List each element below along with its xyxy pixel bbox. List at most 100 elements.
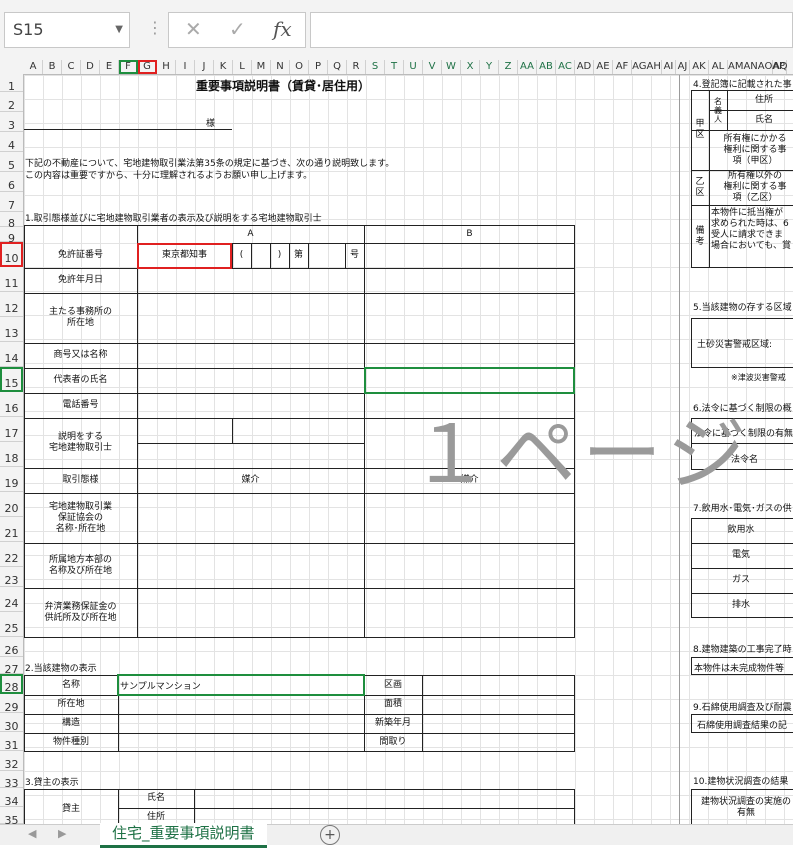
chevron-right-icon[interactable]: ▶	[58, 827, 66, 840]
row-header[interactable]: 30	[0, 713, 23, 733]
column-header[interactable]: K	[214, 60, 233, 74]
column-header[interactable]: F	[119, 60, 138, 74]
column-header[interactable]: Z	[499, 60, 518, 74]
row-header[interactable]: 23	[0, 567, 23, 587]
column-header[interactable]: AF	[613, 60, 632, 74]
row-header[interactable]: 32	[0, 751, 23, 771]
column-header[interactable]: D	[81, 60, 100, 74]
column-header[interactable]: A	[24, 60, 43, 74]
column-header[interactable]: X	[461, 60, 480, 74]
column-header[interactable]: AMANAOAP	[728, 60, 785, 74]
column-header[interactable]: AQ	[773, 60, 788, 74]
section-9-title: 9.石綿使用調査及び耐震	[693, 703, 792, 713]
row-header[interactable]: 35	[0, 807, 23, 827]
row-header[interactable]: 29	[0, 694, 23, 714]
column-header[interactable]: H	[157, 60, 176, 74]
column-header[interactable]: P	[309, 60, 328, 74]
sheet-tab[interactable]: 住宅_重要事項説明書	[100, 823, 267, 848]
column-header[interactable]: AA	[518, 60, 537, 74]
phone-label: 電話番号	[62, 400, 99, 410]
row-header[interactable]: 24	[0, 587, 23, 612]
column-header[interactable]: U	[404, 60, 423, 74]
row-header[interactable]: 34	[0, 788, 23, 808]
column-header[interactable]: B	[43, 60, 62, 74]
column-header[interactable]: Q	[328, 60, 347, 74]
column-header[interactable]: AE	[594, 60, 613, 74]
meigi-label: 名 義 人	[714, 96, 722, 124]
column-header[interactable]: W	[442, 60, 461, 74]
built-label: 新築年月	[374, 718, 411, 728]
cancel-icon[interactable]: ✕	[185, 17, 202, 41]
column-header[interactable]: AJ	[676, 60, 690, 74]
elec-label: 電気	[731, 550, 750, 560]
column-header[interactable]: G	[138, 60, 157, 74]
tsunami-note: ※津波災害警戒	[731, 373, 786, 382]
row-header[interactable]: 6	[0, 172, 23, 192]
row-header[interactable]: 15	[0, 367, 23, 392]
row-header[interactable]: 1	[0, 74, 23, 93]
column-header[interactable]: AC	[556, 60, 575, 74]
row-header[interactable]: 26	[0, 637, 23, 657]
row-header[interactable]: 21	[0, 517, 23, 542]
paren-open: (	[239, 250, 244, 260]
chevron-down-icon[interactable]: ▼	[115, 13, 123, 47]
column-header[interactable]: N	[271, 60, 290, 74]
row-header[interactable]: 10	[0, 242, 23, 267]
row-header[interactable]: 13	[0, 317, 23, 342]
row-header[interactable]: 31	[0, 732, 23, 752]
row-header[interactable]: 27	[0, 657, 23, 676]
layout-label: 間取り	[379, 737, 407, 747]
column-header[interactable]: E	[100, 60, 119, 74]
column-header[interactable]: AB	[537, 60, 556, 74]
row-header[interactable]: 8	[0, 212, 23, 230]
row-header[interactable]: 7	[0, 192, 23, 212]
column-header[interactable]: C	[62, 60, 81, 74]
add-sheet-icon[interactable]: +	[320, 825, 340, 845]
column-header[interactable]: M	[252, 60, 271, 74]
row-header[interactable]: 14	[0, 342, 23, 367]
column-header[interactable]: S	[366, 60, 385, 74]
check-icon[interactable]: ✓	[229, 17, 246, 41]
row-header[interactable]: 2	[0, 92, 23, 112]
column-header[interactable]: AGAH	[632, 60, 662, 74]
row-header[interactable]: 33	[0, 771, 23, 790]
row-header[interactable]: 9	[0, 227, 23, 245]
row-header[interactable]: 5	[0, 152, 23, 172]
more-vertical-icon[interactable]: ⋮	[147, 18, 163, 37]
row-header[interactable]: 3	[0, 112, 23, 132]
column-header[interactable]: AK	[690, 60, 709, 74]
chevron-left-icon[interactable]: ◀	[28, 827, 36, 840]
row-header[interactable]: 25	[0, 612, 23, 637]
column-header[interactable]: V	[423, 60, 442, 74]
column-header[interactable]: T	[385, 60, 404, 74]
column-header[interactable]: R	[347, 60, 366, 74]
row-header[interactable]: 22	[0, 542, 23, 567]
row-header[interactable]: 20	[0, 492, 23, 517]
row-header[interactable]: 12	[0, 292, 23, 317]
section-2-title: 2.当該建物の表示	[25, 664, 97, 674]
dosha-label: 土砂災害警戒区域:	[697, 340, 773, 350]
column-header[interactable]: L	[233, 60, 252, 74]
trans-type-a[interactable]: 媒介	[137, 468, 364, 493]
row-header[interactable]: 19	[0, 467, 23, 492]
column-header[interactable]: Y	[480, 60, 499, 74]
column-header[interactable]: J	[195, 60, 214, 74]
row-header[interactable]: 17	[0, 417, 23, 442]
column-header[interactable]: AL	[709, 60, 728, 74]
row-header[interactable]: 16	[0, 392, 23, 417]
name-cell-selection[interactable]	[117, 674, 365, 696]
column-header[interactable]: AD	[575, 60, 594, 74]
row-header[interactable]: 28	[0, 674, 23, 694]
name-box[interactable]: S15 ▼	[4, 12, 130, 48]
deposit-label: 弁済業務保証金の 供託所及び所在地	[44, 602, 117, 623]
row-header[interactable]: 11	[0, 267, 23, 292]
formula-input[interactable]	[310, 12, 793, 48]
license-no-label: 免許証番号	[57, 250, 103, 260]
function-icon[interactable]: fx	[273, 17, 292, 41]
column-header[interactable]: AI	[662, 60, 676, 74]
row-header[interactable]: 4	[0, 132, 23, 152]
row-header[interactable]: 18	[0, 442, 23, 467]
column-header[interactable]: O	[290, 60, 309, 74]
otsu-label: 乙 区	[695, 176, 705, 198]
column-header[interactable]: I	[176, 60, 195, 74]
